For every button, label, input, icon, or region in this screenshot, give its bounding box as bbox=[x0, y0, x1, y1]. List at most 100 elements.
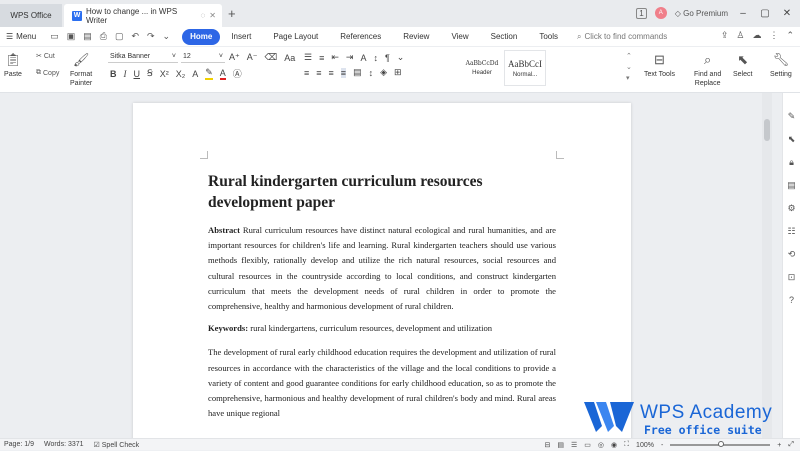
document-title[interactable]: Rural kindergarten curriculum resources … bbox=[208, 171, 556, 213]
pointer-icon[interactable]: ⬉ bbox=[788, 134, 796, 145]
settings-button[interactable]: 🔧︎ Setting bbox=[770, 50, 792, 79]
adjust-icon[interactable]: ☷ bbox=[787, 226, 795, 237]
zoom-out-button[interactable]: - bbox=[661, 442, 663, 449]
close-tab-icon[interactable]: ✕ bbox=[209, 11, 216, 20]
cloud-icon[interactable]: ◌ bbox=[201, 11, 206, 20]
lock-icon[interactable]: 🔒︎ bbox=[789, 157, 794, 168]
distributed-icon[interactable]: ▤ bbox=[353, 67, 362, 78]
paste-button[interactable]: 📋︎ Paste bbox=[4, 50, 22, 79]
styles-scroll[interactable]: ⌃ ⌄ ▾ bbox=[626, 51, 632, 84]
justify-icon[interactable]: ≡ bbox=[340, 67, 347, 78]
outline-view-icon[interactable]: ☰ bbox=[571, 441, 577, 449]
numbering-icon[interactable]: ≡ bbox=[319, 53, 324, 63]
print-icon[interactable]: ⎙ bbox=[100, 31, 107, 42]
font-size-select[interactable]: 12 ˅ bbox=[181, 51, 225, 63]
zoom-slider[interactable] bbox=[670, 441, 771, 447]
sort-icon[interactable]: ↕ bbox=[373, 53, 378, 63]
select-button[interactable]: ⬉ Select bbox=[733, 50, 752, 79]
tab-section[interactable]: Section bbox=[480, 29, 529, 45]
italic-icon[interactable]: I bbox=[124, 69, 127, 79]
abstract-paragraph[interactable]: Abstract Rural curriculum resources have… bbox=[208, 223, 556, 314]
document-page[interactable]: Rural kindergarten curriculum resources … bbox=[133, 103, 631, 438]
font-color-icon[interactable]: A bbox=[219, 68, 226, 80]
history-icon[interactable]: ⟲ bbox=[788, 249, 796, 260]
superscript-icon[interactable]: X² bbox=[160, 69, 169, 79]
show-marks-icon[interactable]: ¶ bbox=[385, 53, 390, 63]
fullscreen-icon[interactable]: ⤢ bbox=[788, 441, 794, 449]
tab-references[interactable]: References bbox=[329, 29, 392, 45]
document-body[interactable]: Rural kindergarten curriculum resources … bbox=[208, 171, 556, 428]
tab-view[interactable]: View bbox=[440, 29, 479, 45]
eye-icon[interactable]: ◉ bbox=[611, 441, 617, 449]
subscript-icon[interactable]: X₂ bbox=[176, 69, 186, 79]
export-pdf-icon[interactable]: ▤ bbox=[83, 31, 92, 42]
text-effect-icon[interactable]: A bbox=[192, 69, 198, 79]
highlight-icon[interactable]: ✎ bbox=[205, 67, 213, 80]
body-paragraph[interactable]: The development of rural early childhood… bbox=[208, 345, 556, 421]
page-count[interactable]: Page: 1/9 bbox=[4, 441, 34, 449]
share-icon[interactable]: ⇪ bbox=[721, 30, 729, 41]
align-left-icon[interactable]: ≡ bbox=[304, 68, 309, 78]
grow-font-icon[interactable]: A⁺ bbox=[229, 52, 240, 63]
tab-tools[interactable]: Tools bbox=[528, 29, 569, 45]
style-normal[interactable]: AaBbCcI Normal... bbox=[504, 50, 546, 86]
fit-icon[interactable]: ⛶ bbox=[624, 441, 629, 449]
decrease-indent-icon[interactable]: ⇤ bbox=[331, 52, 339, 63]
collaborate-icon[interactable]: ♙ bbox=[736, 30, 744, 41]
properties-icon[interactable]: ⚙ bbox=[787, 203, 795, 214]
save-icon[interactable]: ▣ bbox=[67, 31, 76, 42]
help-icon[interactable]: ? bbox=[789, 295, 794, 305]
close-window-icon[interactable]: ✕ bbox=[780, 8, 794, 19]
document-canvas[interactable]: Rural kindergarten curriculum resources … bbox=[0, 93, 782, 438]
increase-indent-icon[interactable]: ⇥ bbox=[346, 52, 354, 63]
bold-icon[interactable]: B bbox=[110, 69, 117, 79]
zoom-slider-knob[interactable] bbox=[718, 441, 725, 447]
maximize-icon[interactable]: ▢ bbox=[758, 8, 772, 19]
copy-button[interactable]: ⧉ Copy bbox=[36, 69, 59, 77]
zoom-level[interactable]: 100% bbox=[636, 442, 654, 449]
cloud-sync-icon[interactable]: ☁ bbox=[752, 30, 761, 41]
minimize-icon[interactable]: – bbox=[736, 8, 750, 19]
edit-doc-icon[interactable]: ▤ bbox=[787, 180, 796, 191]
customize-chevron-icon[interactable]: ⌄ bbox=[163, 31, 171, 42]
spell-check-button[interactable]: ☑ Spell Check bbox=[94, 441, 140, 449]
borders-icon[interactable]: ⊞ bbox=[394, 67, 402, 78]
clear-format-icon[interactable]: ⌫ bbox=[265, 52, 278, 63]
command-search-input[interactable]: ⌕ Click to find commands bbox=[577, 32, 667, 42]
tab-review[interactable]: Review bbox=[392, 29, 440, 45]
scrollbar-thumb[interactable] bbox=[764, 119, 770, 141]
page-view-icon[interactable]: ▤ bbox=[557, 441, 564, 449]
web-view-icon[interactable]: ◎ bbox=[598, 441, 604, 449]
read-view-icon[interactable]: ▭ bbox=[584, 441, 591, 449]
document-tab[interactable]: W How to change ... in WPS Writer ◌ ✕ bbox=[64, 4, 222, 27]
zoom-in-button[interactable]: + bbox=[777, 442, 781, 449]
open-folder-icon[interactable]: ▭ bbox=[50, 31, 59, 42]
font-name-select[interactable]: Sitka Banner ˅ bbox=[108, 51, 178, 63]
change-case-icon[interactable]: Aa bbox=[284, 53, 295, 63]
tab-insert[interactable]: Insert bbox=[220, 29, 262, 45]
bullets-icon[interactable]: ☰ bbox=[304, 52, 312, 63]
redo-icon[interactable]: ↷ bbox=[147, 31, 155, 42]
align-right-icon[interactable]: ≡ bbox=[329, 68, 334, 78]
shading-icon[interactable]: ◈ bbox=[380, 67, 387, 78]
text-tools-button[interactable]: ⊟ Text Tools bbox=[644, 50, 675, 79]
app-tab-wps-office[interactable]: WPS Office bbox=[0, 4, 62, 27]
collapse-ribbon-icon[interactable]: ⌃ bbox=[786, 30, 794, 41]
keywords-paragraph[interactable]: Keywords: rural kindergartens, curriculu… bbox=[208, 321, 556, 336]
print-preview-icon[interactable]: ▢ bbox=[115, 31, 124, 42]
word-count[interactable]: Words: 3371 bbox=[44, 441, 84, 449]
new-tab-button[interactable]: + bbox=[228, 6, 236, 21]
strikethrough-icon[interactable]: Ꞩ bbox=[147, 68, 153, 79]
chinese-layout-icon[interactable]: A bbox=[360, 53, 366, 63]
pen-icon[interactable]: ✎ bbox=[788, 111, 796, 122]
char-border-icon[interactable]: Ⓐ bbox=[233, 67, 242, 80]
align-center-icon[interactable]: ≡ bbox=[316, 68, 321, 78]
find-replace-button[interactable]: ⌕ Find and Replace bbox=[694, 50, 721, 88]
more-icon[interactable]: ⋮ bbox=[769, 30, 778, 41]
main-menu-button[interactable]: ☰ Menu bbox=[6, 32, 36, 41]
undo-icon[interactable]: ↶ bbox=[131, 31, 139, 42]
shrink-font-icon[interactable]: A⁻ bbox=[247, 52, 258, 63]
line-spacing-icon[interactable]: ↕ bbox=[369, 68, 374, 78]
style-header[interactable]: AaBbCcDd Header bbox=[462, 50, 502, 86]
more-para-icon[interactable]: ⌄ bbox=[397, 52, 405, 63]
